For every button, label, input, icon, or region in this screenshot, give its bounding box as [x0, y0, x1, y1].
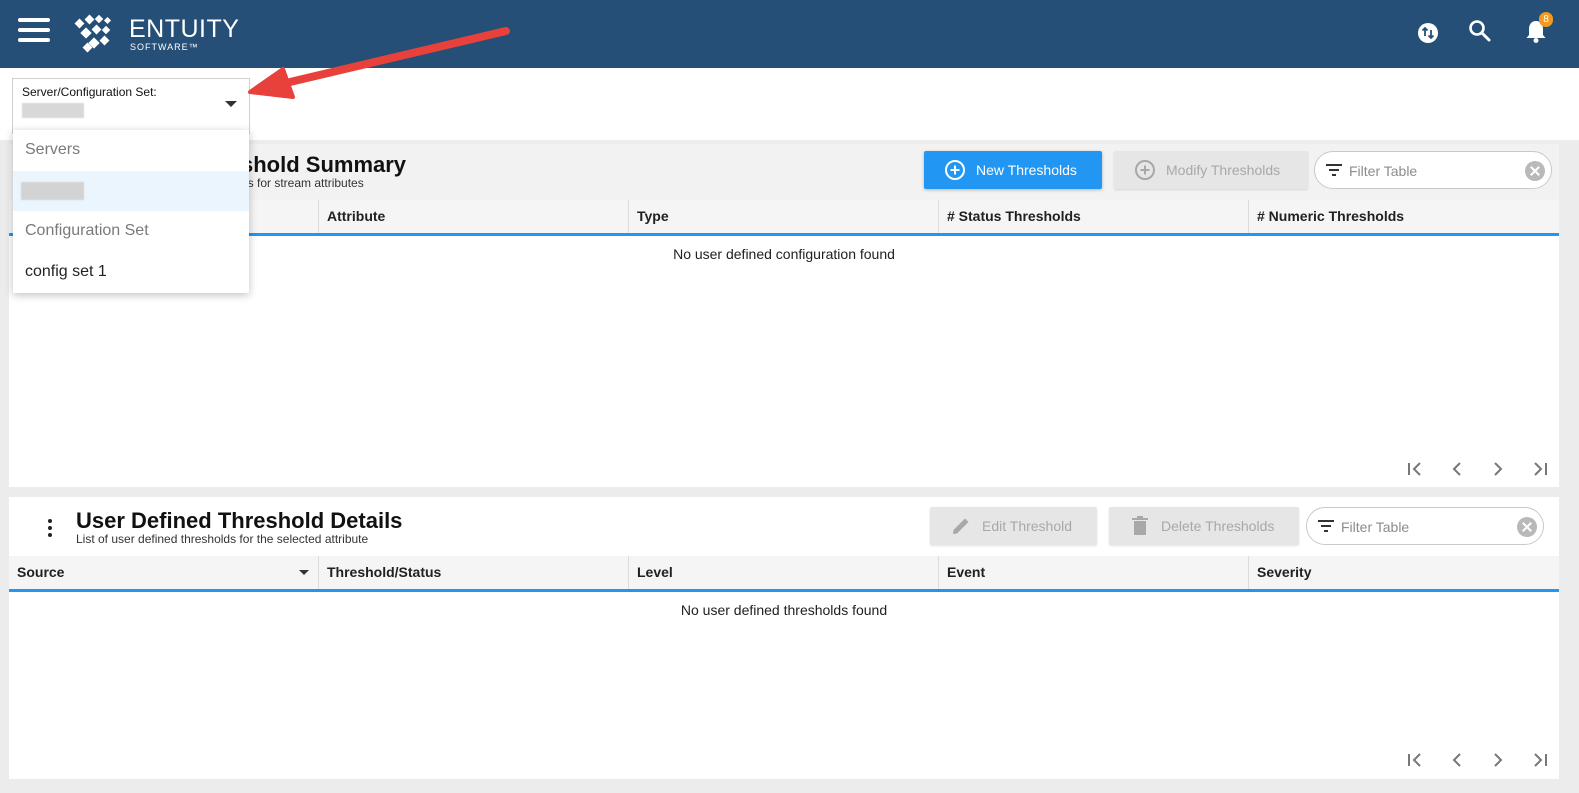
menu-item-config-set[interactable]: config set 1 [13, 253, 249, 293]
pencil-icon [953, 518, 969, 534]
details-subtitle: List of user defined thresholds for the … [76, 532, 369, 546]
clear-icon[interactable] [1525, 161, 1545, 181]
logo-subtitle: SOFTWARE™ [130, 42, 199, 52]
modify-thresholds-label: Modify Thresholds [1166, 162, 1281, 178]
more-vert-icon[interactable] [47, 519, 53, 537]
sort-caret-icon[interactable] [299, 570, 309, 575]
column-header-status-thresholds[interactable]: # Status Thresholds [938, 200, 1248, 233]
new-thresholds-label: New Thresholds [976, 162, 1077, 178]
summary-subtitle: ds for stream attributes [241, 176, 364, 190]
search-icon[interactable] [1466, 17, 1494, 45]
clear-icon[interactable] [1517, 517, 1537, 537]
entuity-logo[interactable]: ENTUITY SOFTWARE™ [72, 14, 242, 54]
new-thresholds-button[interactable]: New Thresholds [924, 151, 1102, 189]
previous-page-icon[interactable] [1446, 460, 1468, 478]
details-filter-input[interactable] [1341, 516, 1501, 538]
first-page-icon[interactable] [1404, 751, 1426, 769]
next-page-icon[interactable] [1487, 460, 1509, 478]
column-header-source-label: Source [17, 564, 65, 580]
threshold-details-panel: User Defined Threshold Details List of u… [9, 497, 1559, 779]
column-header-numeric-thresholds[interactable]: # Numeric Thresholds [1248, 200, 1559, 233]
menu-icon[interactable] [18, 18, 50, 42]
edit-threshold-button[interactable]: Edit Threshold [930, 507, 1097, 545]
modify-thresholds-button[interactable]: Modify Thresholds [1114, 151, 1308, 189]
server-name-redacted [21, 182, 84, 200]
first-page-icon[interactable] [1404, 460, 1426, 478]
delete-thresholds-label: Delete Thresholds [1161, 518, 1275, 534]
last-page-icon[interactable] [1529, 460, 1551, 478]
top-bar: ENTUITY SOFTWARE™ 8 [0, 0, 1579, 68]
column-header-source[interactable]: Source [9, 556, 319, 589]
menu-item-config-set-label: config set 1 [25, 263, 107, 280]
details-title: User Defined Threshold Details [76, 508, 403, 533]
add-circle-icon [1135, 160, 1155, 180]
filter-icon [1326, 164, 1342, 176]
details-table-header: Source Threshold/Status Level Event Seve… [9, 556, 1559, 592]
trash-icon [1132, 516, 1148, 535]
server-config-dropdown-menu: Servers Configuration Set config set 1 [13, 130, 249, 293]
next-page-icon[interactable] [1487, 751, 1509, 769]
dropdown-caret-icon[interactable] [225, 101, 237, 107]
previous-page-icon[interactable] [1446, 751, 1468, 769]
details-header: User Defined Threshold Details List of u… [9, 497, 1559, 556]
column-header-level[interactable]: Level [628, 556, 938, 589]
selector-label: Server/Configuration Set: [22, 85, 157, 99]
column-header-type[interactable]: Type [628, 200, 938, 233]
last-page-icon[interactable] [1529, 751, 1551, 769]
logo-name: ENTUITY [129, 15, 240, 43]
column-header-attribute[interactable]: Attribute [318, 200, 628, 233]
notification-badge: 8 [1539, 12, 1553, 27]
add-circle-icon [945, 160, 965, 180]
selector-value-redacted [22, 103, 84, 118]
sync-icon[interactable] [1414, 19, 1442, 47]
details-filter [1306, 507, 1544, 545]
column-header-threshold-status[interactable]: Threshold/Status [318, 556, 628, 589]
summary-filter-input[interactable] [1349, 160, 1509, 182]
summary-filter [1314, 151, 1552, 189]
menu-item-server[interactable] [13, 171, 249, 211]
menu-group-configuration-set: Configuration Set [25, 222, 149, 239]
column-header-event[interactable]: Event [938, 556, 1248, 589]
column-header-severity[interactable]: Severity [1248, 556, 1559, 589]
summary-title: shold Summary [241, 152, 407, 177]
menu-group-servers: Servers [25, 141, 81, 158]
entuity-logo-mark-icon [74, 14, 112, 53]
delete-thresholds-button[interactable]: Delete Thresholds [1109, 507, 1299, 545]
edit-threshold-label: Edit Threshold [982, 518, 1073, 534]
server-config-set-select[interactable]: Server/Configuration Set: [12, 78, 250, 134]
filter-icon [1318, 520, 1334, 532]
details-empty-message: No user defined thresholds found [680, 602, 888, 618]
